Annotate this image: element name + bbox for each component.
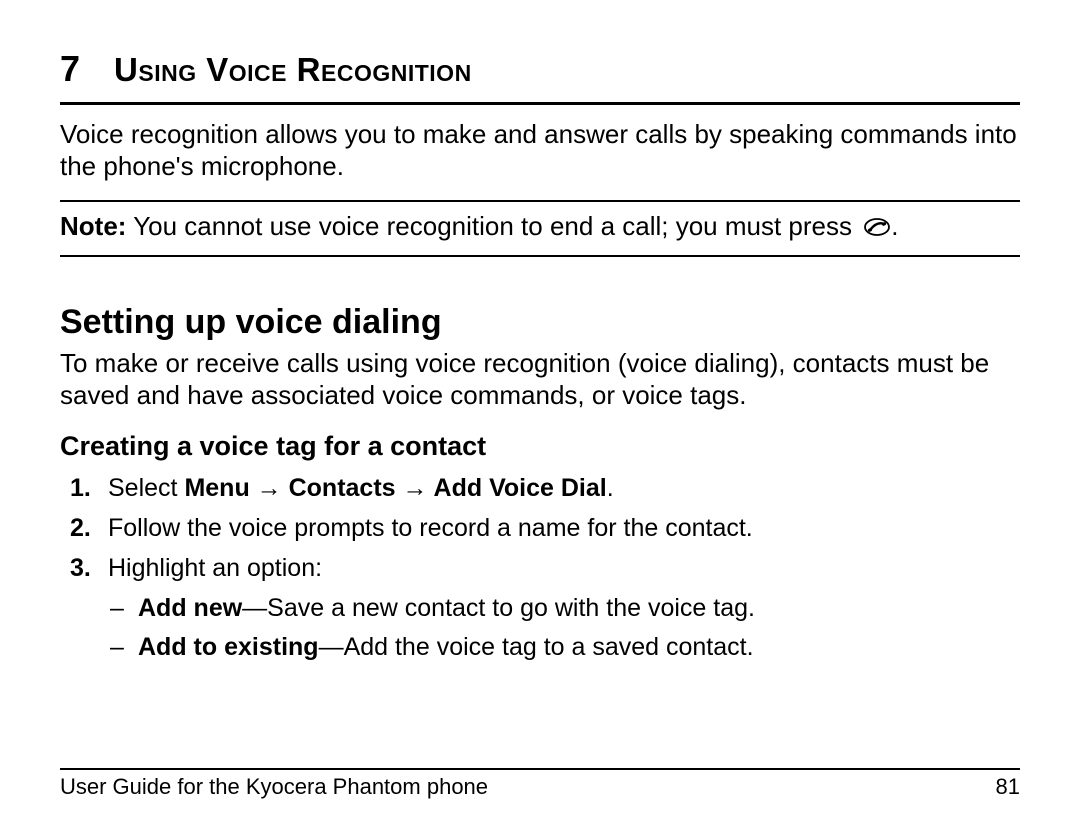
- step-1: Select Menu → Contacts → Add Voice Dial.: [108, 472, 1020, 506]
- step-1-suffix: .: [607, 474, 614, 502]
- note-text: You cannot use voice recognition to end …: [126, 211, 859, 241]
- step-1-prefix: Select: [108, 474, 184, 502]
- sub-option-add-new: Add new—Save a new contact to go with th…: [138, 592, 1020, 626]
- note-rule-top: [60, 200, 1020, 202]
- sub2-label: Add to existing: [138, 633, 319, 661]
- end-call-icon: [863, 212, 891, 245]
- footer-rule: [60, 768, 1020, 770]
- note-rule-bottom: [60, 255, 1020, 257]
- sub-options: Add new—Save a new contact to go with th…: [108, 592, 1020, 666]
- section-body: To make or receive calls using voice rec…: [60, 348, 1020, 411]
- footer-doc-title: User Guide for the Kyocera Phantom phone: [60, 774, 488, 800]
- rule-under-title: [60, 102, 1020, 105]
- note-period: .: [891, 211, 898, 241]
- note-label: Note:: [60, 211, 126, 241]
- step-1-menu-path: Menu → Contacts → Add Voice Dial: [184, 474, 606, 502]
- sub1-label: Add new: [138, 594, 242, 622]
- step-3-text: Highlight an option:: [108, 554, 322, 582]
- sub-option-add-existing: Add to existing—Add the voice tag to a s…: [138, 631, 1020, 665]
- steps-list: Select Menu → Contacts → Add Voice Dial.…: [60, 470, 1020, 671]
- document-page: 7 Using Voice Recognition Voice recognit…: [0, 0, 1080, 834]
- chapter-number: 7: [60, 48, 80, 90]
- sub1-desc: —Save a new contact to go with the voice…: [242, 594, 755, 622]
- step-2: Follow the voice prompts to record a nam…: [108, 512, 1020, 546]
- step-3: Highlight an option: Add new—Save a new …: [108, 552, 1020, 665]
- sub2-desc: —Add the voice tag to a saved contact.: [319, 633, 754, 661]
- note-line: Note: You cannot use voice recognition t…: [60, 210, 1020, 244]
- section-heading: Setting up voice dialing: [60, 303, 1020, 342]
- subsection-heading: Creating a voice tag for a contact: [60, 431, 1020, 462]
- page-footer: User Guide for the Kyocera Phantom phone…: [60, 768, 1020, 800]
- footer-page-number: 81: [996, 774, 1020, 800]
- chapter-heading: 7 Using Voice Recognition: [60, 48, 1020, 90]
- intro-paragraph: Voice recognition allows you to make and…: [60, 119, 1020, 182]
- chapter-title: Using Voice Recognition: [114, 51, 472, 89]
